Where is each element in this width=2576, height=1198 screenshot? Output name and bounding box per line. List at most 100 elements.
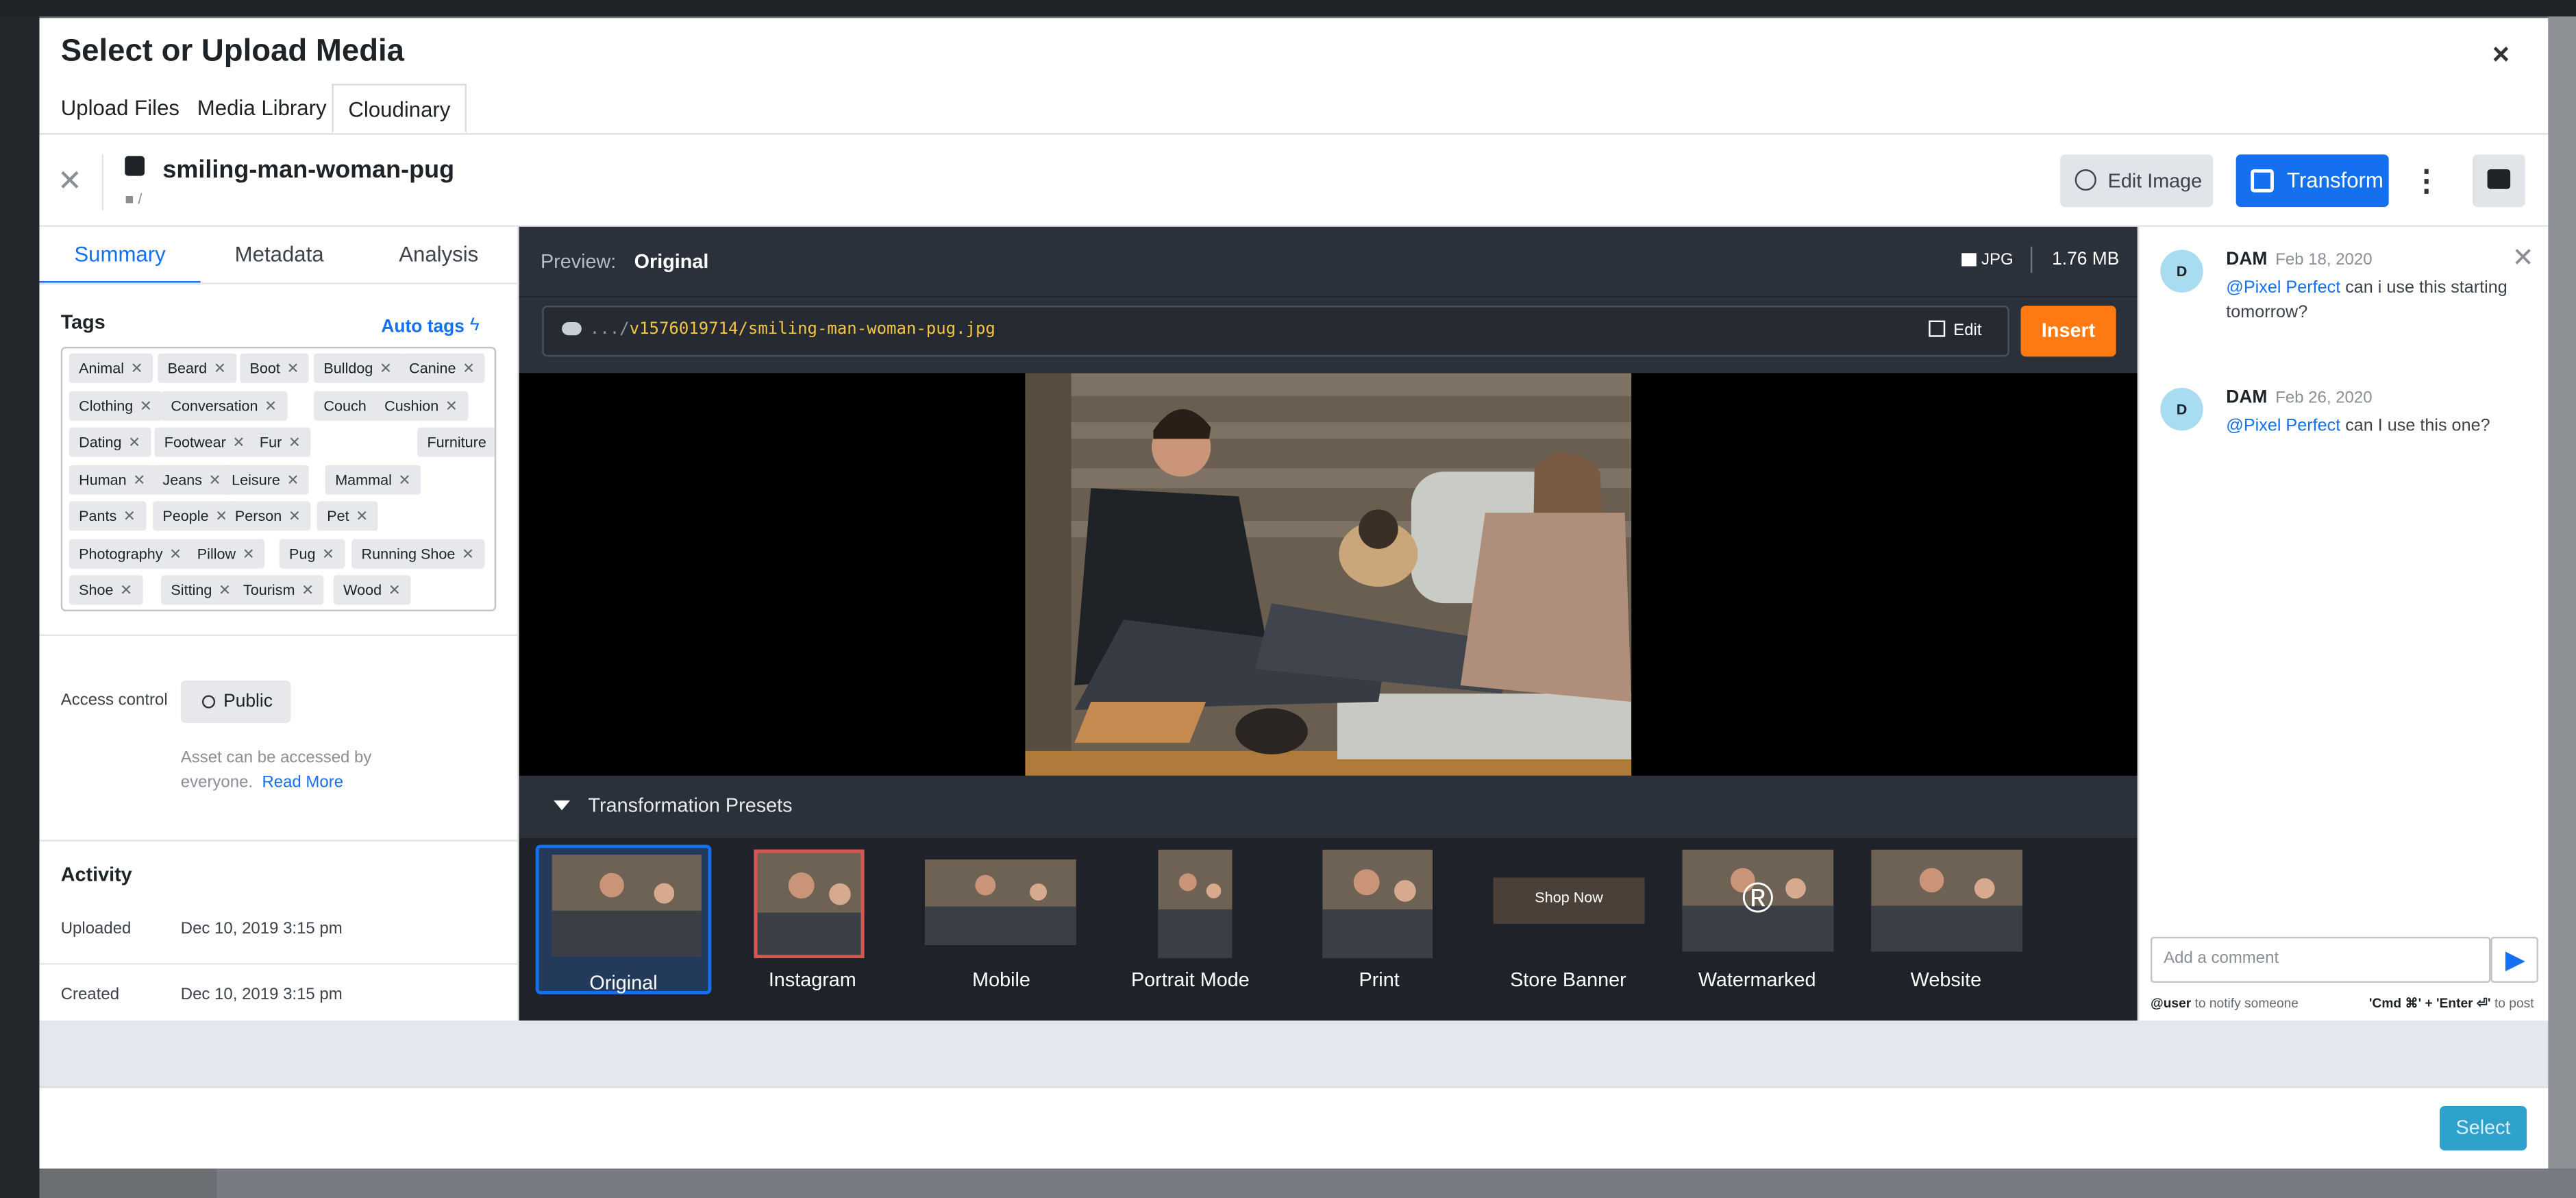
remove-tag-icon[interactable]: ✕ xyxy=(264,397,277,413)
tag-chip[interactable]: Animal ✕ xyxy=(69,353,153,383)
tag-chip[interactable]: Wood ✕ xyxy=(333,575,411,605)
preset-mobile[interactable]: Mobile xyxy=(913,845,1089,994)
tags-container[interactable]: Animal ✕ Beard ✕ Boot ✕ Bulldog ✕ Canine ✕ Clothin… xyxy=(60,346,497,612)
preview-panel: Preview: Original JPG 1.76 MB .../v15760… xyxy=(519,226,2138,1021)
tag-chip[interactable]: Beard ✕ xyxy=(158,353,236,383)
tab-summary[interactable]: Summary xyxy=(39,227,201,284)
more-options-icon[interactable]: ⋮ xyxy=(2412,164,2441,197)
remove-tag-icon[interactable]: ✕ xyxy=(462,360,475,376)
tag-label: Wood xyxy=(343,581,382,598)
tag-chip[interactable]: Canine ✕ xyxy=(399,353,485,383)
comment-text: @Pixel Perfect can I use this one? xyxy=(2226,414,2530,439)
comment-input[interactable]: Add a comment xyxy=(2150,936,2491,983)
close-comments-icon[interactable]: ✕ xyxy=(2512,242,2534,275)
watermark-icon: ® xyxy=(1742,872,1774,922)
remove-tag-icon[interactable]: ✕ xyxy=(380,360,392,376)
tag-chip[interactable]: Fur ✕ xyxy=(249,427,311,457)
preset-store-banner[interactable]: Shop Now Store Banner xyxy=(1481,845,1657,994)
tab-cloudinary[interactable]: Cloudinary xyxy=(332,84,467,134)
tag-chip[interactable]: Tourism ✕ xyxy=(233,575,324,605)
access-public-button[interactable]: Public xyxy=(180,680,291,724)
tag-chip[interactable]: Boot ✕ xyxy=(240,353,309,383)
tab-media-library[interactable]: Media Library xyxy=(182,84,341,133)
remove-tag-icon[interactable]: ✕ xyxy=(232,434,245,450)
remove-tag-icon[interactable]: ✕ xyxy=(287,471,299,487)
remove-tag-icon[interactable]: ✕ xyxy=(288,434,301,450)
read-more-link[interactable]: Read More xyxy=(262,774,343,792)
edit-url-button[interactable]: Edit xyxy=(1929,320,1982,340)
tag-chip[interactable]: Dating ✕ xyxy=(69,427,151,457)
tag-chip[interactable]: Shoe ✕ xyxy=(69,575,143,605)
modal-close-icon[interactable]: × xyxy=(2492,38,2510,72)
tag-chip[interactable]: Clothing ✕ xyxy=(69,390,162,420)
remove-tag-icon[interactable]: ✕ xyxy=(301,582,314,598)
folder-breadcrumb[interactable]: ■ / xyxy=(125,191,142,207)
modal-footer: Select xyxy=(39,1086,2549,1169)
remove-tag-icon[interactable]: ✕ xyxy=(243,545,255,561)
tab-metadata[interactable]: Metadata xyxy=(201,227,358,284)
remove-tag-icon[interactable]: ✕ xyxy=(462,545,474,561)
remove-tag-icon[interactable]: ✕ xyxy=(131,360,143,376)
auto-tags-button[interactable]: Auto tags xyxy=(381,317,465,337)
tag-chip[interactable]: Running Shoe ✕ xyxy=(351,538,484,568)
remove-tag-icon[interactable]: ✕ xyxy=(140,397,152,413)
tag-chip[interactable]: Leisure ✕ xyxy=(221,464,310,494)
collapse-triangle-icon[interactable] xyxy=(554,800,571,811)
tag-chip[interactable]: Furniture ✕ xyxy=(417,427,495,457)
tag-chip[interactable]: Pug ✕ xyxy=(279,538,345,568)
tag-chip[interactable]: Sitting ✕ xyxy=(161,575,241,605)
remove-tag-icon[interactable]: ✕ xyxy=(169,545,182,561)
remove-tag-icon[interactable]: ✕ xyxy=(493,434,494,450)
media-modal: Select or Upload Media × Upload Files Me… xyxy=(39,18,2549,1169)
preset-portrait-mode[interactable]: Portrait Mode xyxy=(1102,845,1278,994)
transform-button[interactable]: Transform xyxy=(2236,154,2389,208)
tag-chip[interactable]: Human ✕ xyxy=(69,464,156,494)
remove-tag-icon[interactable]: ✕ xyxy=(219,582,231,598)
remove-tag-icon[interactable]: ✕ xyxy=(388,582,401,598)
tag-chip[interactable]: Bulldog ✕ xyxy=(314,353,402,383)
remove-tag-icon[interactable]: ✕ xyxy=(123,508,136,524)
asset-url[interactable]: .../v1576019714/smiling-man-woman-pug.jp… xyxy=(590,321,995,339)
remove-tag-icon[interactable]: ✕ xyxy=(288,508,301,524)
remove-tag-icon[interactable]: ✕ xyxy=(120,582,132,598)
mention-link[interactable]: @Pixel Perfect xyxy=(2226,278,2340,297)
comments-toggle-button[interactable] xyxy=(2472,154,2525,208)
preset-original[interactable]: Original xyxy=(535,844,712,994)
url-field[interactable]: .../v1576019714/smiling-man-woman-pug.jp… xyxy=(542,306,2009,357)
select-button[interactable]: Select xyxy=(2440,1105,2527,1151)
remove-tag-icon[interactable]: ✕ xyxy=(209,471,221,487)
remove-tag-icon[interactable]: ✕ xyxy=(133,471,145,487)
tag-chip[interactable]: Photography ✕ xyxy=(69,538,192,568)
tag-chip[interactable]: Pet ✕ xyxy=(317,501,378,531)
remove-tag-icon[interactable]: ✕ xyxy=(399,471,411,487)
remove-tag-icon[interactable]: ✕ xyxy=(322,545,334,561)
tab-upload-files[interactable]: Upload Files xyxy=(46,84,194,133)
tag-chip[interactable]: Footwear ✕ xyxy=(154,427,255,457)
insert-button[interactable]: Insert xyxy=(2020,306,2116,357)
tag-chip[interactable]: Pants ✕ xyxy=(69,501,146,531)
tag-chip[interactable]: Mammal ✕ xyxy=(325,464,421,494)
remove-tag-icon[interactable]: ✕ xyxy=(445,397,458,413)
remove-tag-icon[interactable]: ✕ xyxy=(286,360,299,376)
preset-print[interactable]: Print xyxy=(1291,845,1467,994)
send-comment-button[interactable] xyxy=(2490,936,2538,983)
remove-tag-icon[interactable]: ✕ xyxy=(214,360,226,376)
tag-chip[interactable]: Person ✕ xyxy=(225,501,311,531)
tag-chip[interactable]: Conversation ✕ xyxy=(161,390,287,420)
tag-chip[interactable]: Jeans ✕ xyxy=(153,464,232,494)
preset-watermarked[interactable]: ® Watermarked xyxy=(1669,845,1845,994)
presets-header[interactable]: Transformation Presets xyxy=(519,775,2138,838)
tag-chip[interactable]: Cushion ✕ xyxy=(374,390,468,420)
preset-website[interactable]: Website xyxy=(1858,845,2034,994)
divider xyxy=(2030,246,2033,273)
close-asset-icon[interactable]: ✕ xyxy=(58,164,82,199)
edit-image-button[interactable]: Edit Image xyxy=(2060,154,2214,208)
comment-date: Feb 26, 2020 xyxy=(2275,389,2373,408)
tag-chip[interactable]: Pillow ✕ xyxy=(187,538,265,568)
remove-tag-icon[interactable]: ✕ xyxy=(128,434,140,450)
preset-instagram[interactable]: Instagram xyxy=(725,845,901,994)
preset-label: Mobile xyxy=(972,968,1030,991)
tab-analysis[interactable]: Analysis xyxy=(358,227,519,284)
mention-link[interactable]: @Pixel Perfect xyxy=(2226,416,2340,436)
remove-tag-icon[interactable]: ✕ xyxy=(356,508,368,524)
